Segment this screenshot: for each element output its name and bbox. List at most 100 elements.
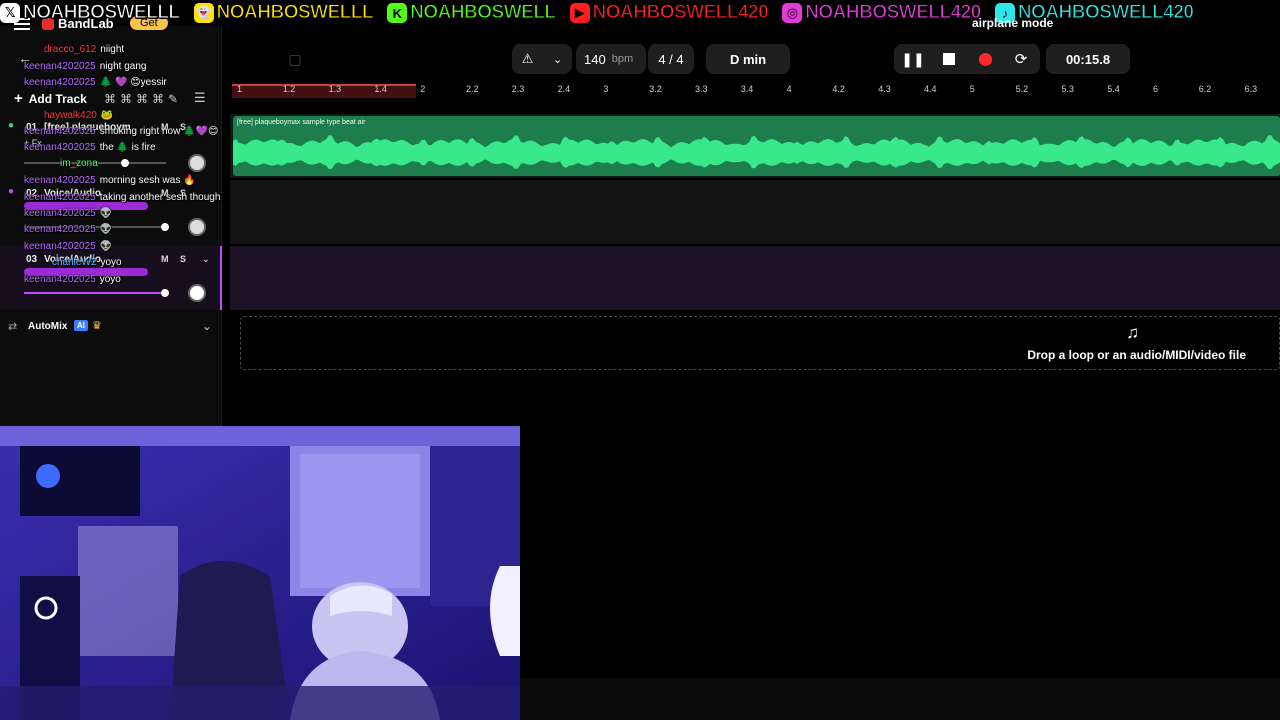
ruler-tick: 3.3 bbox=[695, 84, 708, 94]
track-row-3[interactable]: 03 Voice/Audio M S ⌄ bbox=[0, 246, 222, 310]
ruler-tick: 1.3 bbox=[328, 84, 342, 94]
ruler-tick: 1.2 bbox=[282, 84, 296, 94]
ruler-tick: 2.2 bbox=[466, 84, 479, 94]
ai-badge: AI bbox=[74, 320, 88, 331]
mute-button[interactable]: M bbox=[161, 122, 169, 132]
banner-handle-text: NOAHBOSWELL420 bbox=[592, 2, 769, 24]
ruler-tick: 4.4 bbox=[924, 84, 937, 94]
snapchat-icon: 👻 bbox=[193, 3, 214, 23]
preset-tag[interactable] bbox=[24, 268, 148, 276]
track-row-2[interactable]: ● 02 Voice/Audio M S bbox=[0, 180, 222, 244]
webcam-image bbox=[0, 426, 520, 720]
metronome-icon: ⚠ bbox=[521, 51, 534, 66]
tools-icons[interactable]: ⌘⌘⌘⌘✎ bbox=[104, 92, 182, 106]
track-name[interactable]: Voice/Audio bbox=[44, 254, 101, 265]
volume-slider[interactable] bbox=[24, 159, 166, 167]
ruler-tick: 5.4 bbox=[1107, 84, 1120, 94]
ruler-tick: 4.2 bbox=[832, 84, 845, 94]
back-arrow-icon[interactable]: ← bbox=[18, 50, 32, 66]
ruler-tick: 5.3 bbox=[1061, 84, 1074, 94]
airplane-mode-label: airplane mode bbox=[972, 16, 1054, 30]
ruler-tick: 6.3 bbox=[1244, 84, 1258, 94]
track-row-1[interactable]: ● 01 [free] plaqueboym M S ⌄ + Fx bbox=[0, 114, 222, 178]
ruler-tick: 1 bbox=[237, 84, 243, 94]
chevron-down-icon[interactable]: ⌄ bbox=[202, 319, 212, 333]
loop-button[interactable]: ⟳ bbox=[1006, 44, 1036, 74]
pan-dial[interactable] bbox=[188, 284, 206, 302]
ruler-tick: 3 bbox=[603, 84, 609, 94]
social-banner: 𝕏 NOAHBOSWELLL 👻 NOAHBOSWELLL K NOAHBOSWELL ▶ N… bbox=[0, 0, 1280, 26]
ruler-tick: 2.4 bbox=[557, 84, 571, 94]
tempo-control[interactable]: 140 bpm bbox=[576, 44, 646, 74]
ruler-tick: 6 bbox=[1153, 84, 1159, 94]
undo-disabled-icon: ▢ bbox=[288, 50, 302, 67]
ruler-tick: 4.3 bbox=[878, 84, 891, 94]
chevron-down-icon: ⌄ bbox=[553, 53, 563, 66]
bottom-strip bbox=[520, 678, 1280, 720]
track-lane-3[interactable] bbox=[230, 246, 1280, 310]
banner-handle-text: NOAHBOSWELL bbox=[410, 2, 557, 24]
track-settings-icon[interactable]: ☰ bbox=[194, 90, 206, 106]
mute-button[interactable]: M bbox=[161, 188, 169, 198]
track-name[interactable]: [free] plaqueboym bbox=[44, 122, 131, 133]
x-icon: 𝕏 bbox=[0, 3, 20, 23]
volume-knob[interactable] bbox=[121, 159, 129, 167]
time-signature-control[interactable]: 4 / 4 bbox=[648, 44, 694, 74]
timeline-ruler[interactable]: 1 1.2 1.3 1.4 2 2.2 2.3 2.4 3 3.2 3.3 3.4 4 4.2 4.3 4.4… bbox=[230, 84, 1280, 98]
transport-bar: ▢ ⚠ ⌄ 140 bpm 4 / 4 D min ❚❚ ⟳ 00:15.8 bbox=[220, 40, 1280, 76]
add-track-button[interactable]: + Add Track bbox=[14, 90, 87, 107]
automix-row[interactable]: ⇄ AutoMix AI ♛ ⌄ bbox=[0, 318, 222, 338]
webcam-feed bbox=[0, 426, 520, 720]
ruler-tick: 2.3 bbox=[511, 84, 525, 94]
track-number: 03 bbox=[26, 254, 38, 265]
pan-dial[interactable] bbox=[188, 218, 206, 236]
key-control[interactable]: D min bbox=[706, 44, 790, 74]
kick-icon: K bbox=[387, 3, 408, 23]
solo-button[interactable]: S bbox=[180, 254, 186, 264]
ruler-tick: 2 bbox=[420, 84, 426, 94]
ruler-tick: 6.2 bbox=[1198, 84, 1212, 94]
waveform bbox=[233, 135, 1280, 170]
audio-clip[interactable]: [free] plaqueboymax sample type beat air bbox=[233, 116, 1280, 176]
chevron-down-icon[interactable]: ⌄ bbox=[202, 254, 210, 265]
pan-dial[interactable] bbox=[188, 154, 206, 172]
ruler-tick: 5 bbox=[969, 84, 975, 94]
instagram-icon: ◎ bbox=[782, 3, 803, 23]
metronome-control[interactable]: ⚠ ⌄ bbox=[512, 44, 572, 74]
automix-icon: ⇄ bbox=[8, 321, 18, 333]
ruler-tick: 5.2 bbox=[1015, 84, 1029, 94]
banner-handle-text: NOAHBOSWELL420 bbox=[805, 2, 982, 24]
record-button[interactable] bbox=[970, 44, 1000, 74]
volume-knob[interactable] bbox=[161, 223, 169, 231]
solo-button[interactable]: S bbox=[180, 122, 186, 132]
solo-button[interactable]: S bbox=[180, 188, 186, 198]
mute-button[interactable]: M bbox=[161, 254, 169, 264]
track-lane-2[interactable] bbox=[230, 180, 1280, 244]
chevron-down-icon[interactable]: ⌄ bbox=[202, 122, 210, 133]
crown-icon: ♛ bbox=[92, 320, 102, 332]
preset-tag[interactable] bbox=[24, 202, 148, 210]
ruler-tick: 1.4 bbox=[374, 84, 387, 94]
track-lane-1[interactable]: [free] plaqueboymax sample type beat air bbox=[230, 114, 1280, 178]
volume-slider[interactable] bbox=[24, 289, 169, 297]
volume-slider[interactable] bbox=[24, 223, 169, 231]
tracks-panel: BandLab Get ← + Add Track ⌘⌘⌘⌘✎ ☰ ● 01 [… bbox=[0, 16, 222, 426]
plus-icon: + bbox=[14, 90, 23, 107]
time-display: 00:15.8 bbox=[1046, 44, 1130, 74]
pause-button[interactable]: ❚❚ bbox=[898, 44, 928, 74]
drop-zone-label: Drop a loop or an audio/MIDI/video file bbox=[1027, 348, 1246, 362]
track-name[interactable]: Voice/Audio bbox=[44, 188, 101, 199]
automix-label: AutoMix bbox=[28, 321, 68, 332]
music-note-plus-icon: ♫ bbox=[1126, 323, 1139, 342]
banner-handle-text: NOAHBOSWELLL bbox=[23, 2, 181, 24]
volume-knob[interactable] bbox=[161, 289, 169, 297]
ruler-tick: 4 bbox=[786, 84, 792, 94]
stop-button[interactable] bbox=[934, 44, 964, 74]
mic-icon: ● bbox=[8, 120, 15, 131]
stop-icon bbox=[943, 53, 955, 65]
drop-zone[interactable]: ♫ Drop a loop or an audio/MIDI/video fil… bbox=[240, 316, 1280, 370]
youtube-icon: ▶ bbox=[569, 3, 590, 23]
ruler-tick: 3.2 bbox=[649, 84, 662, 94]
track-number: 01 bbox=[26, 122, 38, 133]
fx-button[interactable]: + Fx bbox=[24, 138, 42, 148]
